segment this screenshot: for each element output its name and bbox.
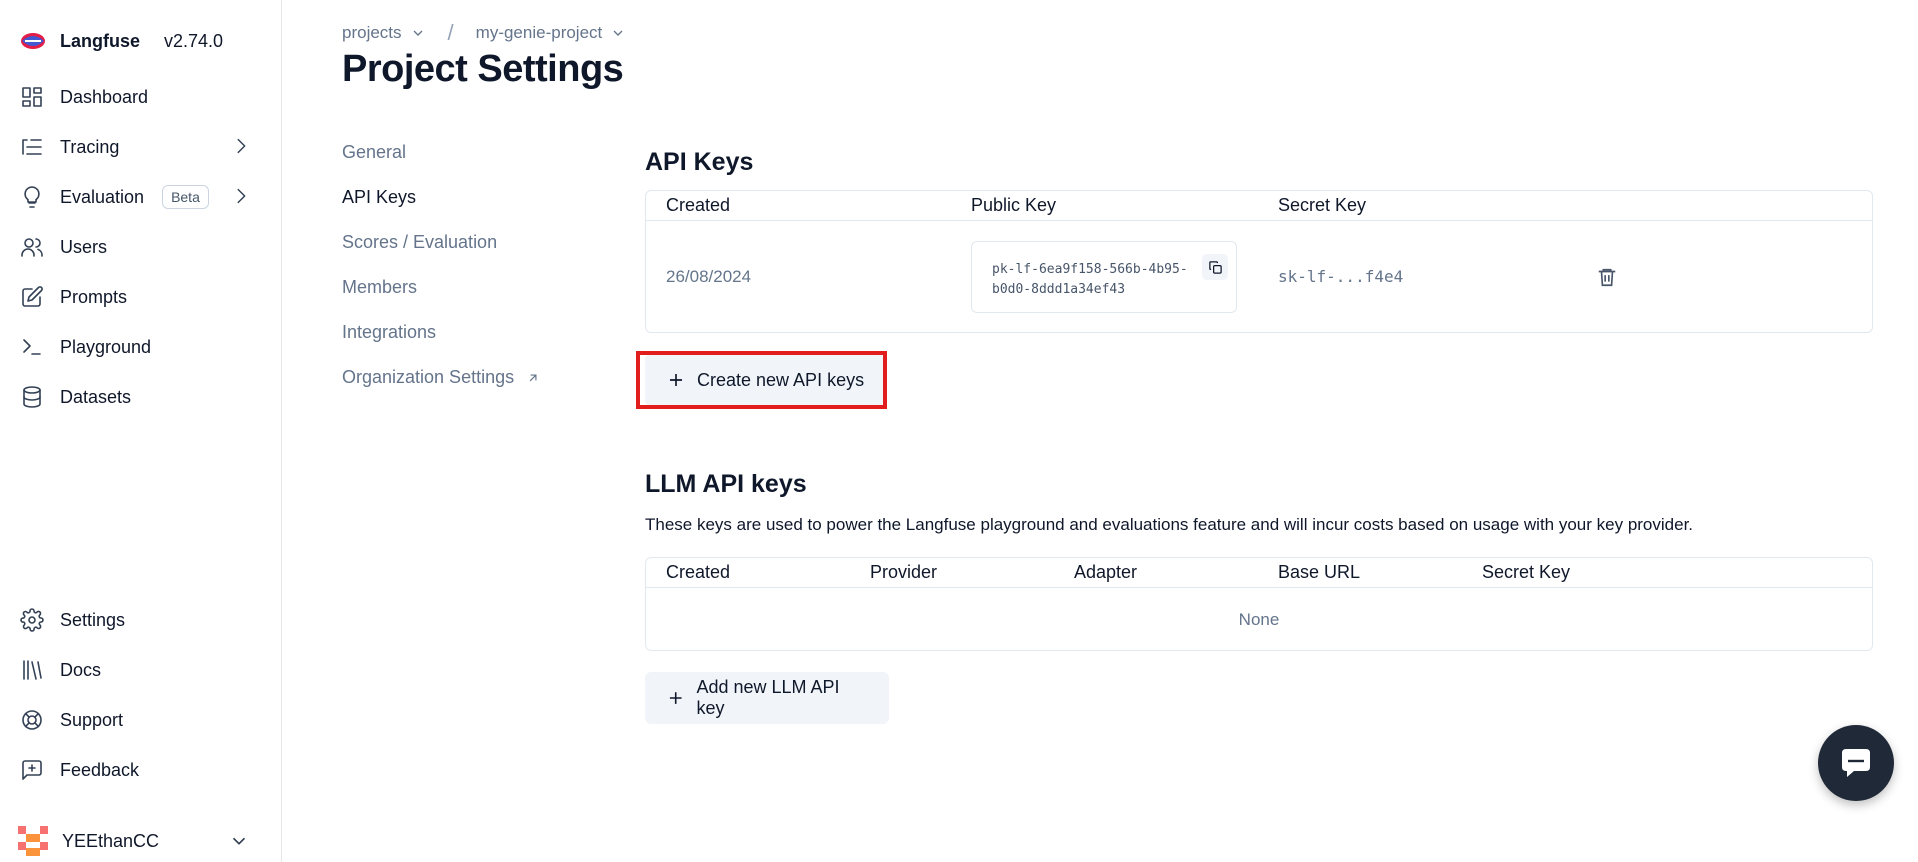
chevron-down-icon[interactable] — [228, 830, 250, 852]
column-header: Created — [666, 562, 731, 582]
llm-api-keys-title: LLM API keys — [645, 470, 807, 498]
subnav-organization-settings[interactable]: Organization Settings — [342, 355, 602, 400]
chat-button[interactable] — [1818, 725, 1894, 801]
database-icon — [23, 386, 41, 408]
external-link-icon — [529, 374, 537, 381]
column-header: Secret Key — [1482, 562, 1571, 582]
sidebar-item-datasets[interactable]: Datasets — [20, 372, 260, 422]
chevron-right-icon[interactable] — [230, 185, 252, 207]
subnav-scores-evaluation[interactable]: Scores / Evaluation — [342, 220, 602, 265]
sidebar-item-label: Dashboard — [60, 86, 149, 107]
beta-badge: Beta — [162, 185, 209, 209]
add-llm-api-key-button[interactable]: Add new LLM API key — [645, 672, 889, 724]
lightbulb-icon — [24, 186, 40, 208]
table-header: Created Public Key Secret Key — [646, 191, 1872, 221]
breadcrumb: projects / my-genie-project — [342, 20, 626, 46]
sidebar-item-label: Prompts — [60, 286, 128, 307]
column-header: Public Key — [971, 195, 1057, 215]
api-keys-title: API Keys — [645, 148, 754, 176]
plus-icon — [670, 374, 682, 386]
llm-api-keys-description: These keys are used to power the Langfus… — [645, 515, 1694, 534]
subnav-integrations[interactable]: Integrations — [342, 310, 602, 355]
sidebar-item-label: Users — [60, 236, 108, 257]
sidebar-item-evaluation[interactable]: Evaluation Beta — [20, 172, 260, 222]
dashboard-icon — [22, 87, 42, 107]
user-menu[interactable]: YEEthanCC — [18, 824, 258, 858]
sidebar-item-label: Datasets — [60, 386, 132, 407]
gear-icon — [20, 608, 44, 632]
breadcrumb-org[interactable]: projects — [342, 23, 402, 43]
sidebar-item-docs[interactable]: Docs — [20, 645, 260, 695]
prompts-icon — [22, 286, 43, 307]
chevron-down-icon[interactable] — [610, 25, 626, 41]
public-key-box: pk-lf-6ea9f158-566b-4b95-b0d0-8ddd1a34ef… — [971, 241, 1237, 313]
sidebar-item-label: Tracing — [60, 136, 120, 157]
feedback-icon — [22, 760, 42, 780]
secondary-nav: Settings Docs Support Feedback — [20, 595, 260, 795]
column-header: Created — [666, 195, 731, 215]
breadcrumb-separator: / — [447, 20, 454, 45]
trash-icon[interactable] — [1596, 265, 1618, 289]
api-keys-table: Created Public Key Secret Key 26/08/2024… — [645, 190, 1873, 333]
column-header: Provider — [870, 562, 938, 582]
chat-icon — [1842, 749, 1870, 777]
breadcrumb-project[interactable]: my-genie-project — [476, 23, 603, 43]
empty-state: None — [1238, 610, 1280, 629]
page-title: Project Settings — [342, 48, 624, 90]
public-key-value[interactable]: pk-lf-6ea9f158-566b-4b95-b0d0-8ddd1a34ef… — [992, 260, 1192, 300]
llm-api-keys-table: Created Provider Adapter Base URL Secret… — [645, 557, 1873, 651]
copy-button[interactable] — [1202, 254, 1228, 280]
terminal-icon — [23, 339, 41, 355]
column-header: Adapter — [1074, 562, 1138, 582]
library-icon — [23, 660, 42, 680]
subnav-label: Organization Settings — [342, 367, 515, 387]
sidebar-item-users[interactable]: Users — [20, 222, 260, 272]
sidebar-item-playground[interactable]: Playground — [20, 322, 260, 372]
avatar — [18, 826, 48, 856]
tracing-icon — [22, 139, 42, 155]
sidebar-item-label: Support — [60, 709, 124, 730]
lifebuoy-icon — [22, 710, 42, 730]
langfuse-logo-icon — [21, 33, 45, 49]
sidebar-item-label: Evaluation — [60, 186, 145, 207]
copy-icon — [1208, 260, 1222, 274]
sidebar-item-label: Feedback — [60, 759, 140, 780]
column-header: Secret Key — [1278, 195, 1367, 215]
settings-subnav: General API Keys Scores / Evaluation Mem… — [342, 130, 602, 400]
main-nav: Dashboard Tracing Evaluation Beta Users … — [20, 72, 260, 422]
sidebar: Langfuse v2.74.0 Dashboard Tracing Evalu… — [0, 0, 282, 862]
subnav-members[interactable]: Members — [342, 265, 602, 310]
brand-version: v2.74.0 — [164, 30, 224, 51]
column-header: Base URL — [1278, 562, 1361, 582]
chevron-right-icon[interactable] — [230, 135, 252, 157]
create-api-keys-button[interactable]: Create new API keys — [645, 354, 887, 406]
brand-name: Langfuse — [60, 30, 141, 51]
sidebar-item-dashboard[interactable]: Dashboard — [20, 72, 260, 122]
sidebar-item-tracing[interactable]: Tracing — [20, 122, 260, 172]
users-icon — [21, 238, 43, 257]
brand[interactable]: Langfuse v2.74.0 — [20, 26, 223, 56]
secret-key-value: sk-lf-...f4e4 — [1278, 267, 1404, 286]
button-label: Add new LLM API key — [696, 677, 840, 718]
sidebar-item-label: Docs — [60, 659, 102, 680]
created-date: 26/08/2024 — [666, 267, 752, 286]
sidebar-item-settings[interactable]: Settings — [20, 595, 260, 645]
subnav-api-keys[interactable]: API Keys — [342, 175, 602, 220]
plus-icon — [669, 692, 682, 704]
sidebar-item-feedback[interactable]: Feedback — [20, 745, 260, 795]
subnav-general[interactable]: General — [342, 130, 602, 175]
sidebar-item-label: Settings — [60, 609, 126, 630]
chevron-down-icon[interactable] — [410, 25, 426, 41]
user-name: YEEthanCC — [62, 830, 160, 851]
sidebar-item-label: Playground — [60, 336, 152, 357]
sidebar-item-prompts[interactable]: Prompts — [20, 272, 260, 322]
sidebar-item-support[interactable]: Support — [20, 695, 260, 745]
button-label: Create new API keys — [697, 369, 865, 390]
table-header: Created Provider Adapter Base URL Secret… — [646, 558, 1872, 588]
